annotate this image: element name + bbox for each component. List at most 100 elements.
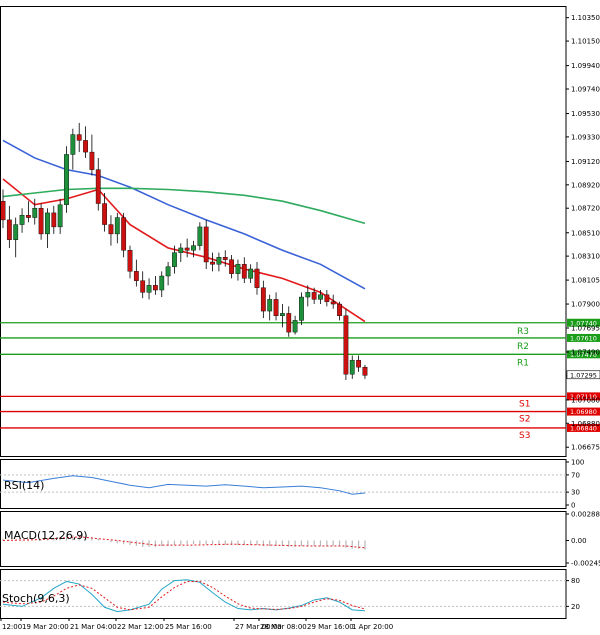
candle-body	[89, 151, 95, 170]
level-name-r3: R3	[517, 327, 529, 337]
level-name-s1: S1	[519, 399, 530, 409]
candle-body	[280, 313, 285, 316]
candle-body	[13, 224, 19, 240]
candle-body	[191, 245, 196, 251]
candle-body	[349, 359, 355, 375]
candle-body	[159, 275, 165, 291]
time-tick-label: 25 Mar 16:00	[165, 623, 212, 631]
price-tick-label: 1.10150	[571, 38, 600, 46]
panel-frames	[0, 6, 567, 619]
price-tick-label: 1.07490	[571, 348, 600, 356]
candle-body	[19, 215, 25, 225]
candle-body	[248, 268, 254, 279]
price-tick-label: 1.09740	[571, 85, 600, 93]
price-tick-label: 1.07695	[571, 325, 600, 333]
candle-body	[241, 264, 247, 279]
rsi-tick-label: 30	[571, 489, 580, 497]
level-name-s2: S2	[519, 415, 530, 425]
candle-body	[108, 224, 114, 235]
candle-body	[254, 268, 260, 288]
chart-svg: R31.07740R21.07610R11.07470S11.07110S21.…	[0, 6, 600, 631]
candle-body	[70, 134, 76, 155]
time-axis: 12:00 19 Mar 20:00 21 Mar 04:00 22 Mar 12:0…	[0, 618, 393, 631]
candle-body	[121, 217, 127, 251]
moving-average-line	[2, 187, 366, 225]
candle-body	[152, 285, 158, 291]
rsi-panel: 100 70 30 0 RSI(14)	[0, 459, 584, 510]
time-tick-label: 29 Mar 16:00	[307, 623, 354, 631]
candle-body	[95, 169, 101, 204]
price-tick-label: 1.09330	[571, 133, 600, 141]
candle-body	[222, 257, 228, 260]
time-tick-label: 28 Mar 08:00	[260, 623, 307, 631]
price-tick-label: 1.07900	[571, 301, 600, 309]
candle-body	[38, 208, 44, 235]
current-price-label: 1.07295	[570, 371, 597, 379]
candle-body	[114, 217, 120, 235]
macd-label: MACD(12,26,9)	[4, 529, 88, 542]
candle-body	[286, 313, 292, 333]
candle-body	[235, 264, 241, 274]
candle-body	[172, 252, 177, 267]
rsi-label: RSI(14)	[4, 479, 44, 492]
candle-body	[51, 212, 57, 228]
candle-body	[184, 247, 190, 251]
candle-body	[330, 301, 336, 305]
candle-body	[0, 200, 6, 221]
candle-body	[299, 296, 304, 321]
candle-body	[26, 215, 31, 218]
candle-body	[305, 292, 311, 298]
level-name-r2: R2	[517, 342, 529, 352]
price-tick-label: 1.08720	[571, 205, 600, 213]
price-tick-label: 1.08510	[571, 229, 600, 237]
macd-panel: 0.002882 0.00 -0.00245 MACD(12,26,9)	[2, 511, 600, 568]
moving-averages	[2, 139, 366, 323]
stoch-panel: 80 20 Stoch(9,6,3)	[0, 577, 580, 613]
candle-body	[45, 212, 50, 235]
price-tick-label: 1.09940	[571, 62, 600, 70]
price-tick-label: 1.08920	[571, 181, 600, 189]
stoch-tick-label: 20	[571, 603, 580, 611]
rsi-tick-label: 100	[571, 459, 584, 467]
panel-frame	[0, 6, 567, 457]
candle-body	[229, 259, 234, 274]
candle-body	[178, 247, 184, 253]
price-tick-label: 1.08310	[571, 253, 600, 261]
candle-body	[273, 299, 279, 316]
rsi-tick-label: 0	[571, 502, 575, 510]
candle-body	[102, 203, 108, 225]
level-tag-label: 1.06980	[570, 408, 597, 416]
candle-body	[356, 359, 361, 368]
time-tick-label: 21 Mar 04:00	[70, 623, 117, 631]
candle-body	[6, 219, 12, 240]
candle-body	[133, 271, 139, 281]
candle-body	[140, 280, 146, 293]
stoch-tick-label: 80	[571, 577, 580, 585]
candle-body	[311, 292, 317, 300]
candle-body	[197, 226, 203, 246]
price-tick-label: 1.10350	[571, 14, 600, 22]
price-tick-label: 1.06675	[571, 444, 600, 452]
candle-body	[76, 134, 82, 141]
price-tick-label: 1.07080	[571, 396, 600, 404]
candle-body	[83, 140, 88, 153]
time-tick-label: 12:00	[2, 623, 22, 631]
time-tick-label: 19 Mar 20:00	[22, 623, 69, 631]
rsi-tick-label: 70	[571, 471, 580, 479]
candle-body	[146, 285, 152, 293]
price-tick-label: 1.09120	[571, 158, 600, 166]
candle-body	[343, 315, 349, 375]
candle-body	[260, 287, 266, 312]
candle-body	[292, 320, 298, 333]
candle-body	[165, 266, 171, 277]
price-axis: 1.10350 1.10150 1.09940 1.09740 1.09530 1.093…	[566, 14, 600, 452]
macd-tick-label: 0.002882	[571, 511, 600, 519]
level-tag-label: 1.07610	[570, 334, 597, 342]
price-tick-label: 1.08105	[571, 277, 600, 285]
candle-body	[324, 294, 330, 302]
candle-body	[210, 261, 215, 265]
candle-body	[203, 226, 209, 263]
time-tick-label: 1 Apr 20:00	[352, 623, 393, 631]
candle-body	[57, 204, 63, 228]
candle-body	[318, 294, 323, 300]
